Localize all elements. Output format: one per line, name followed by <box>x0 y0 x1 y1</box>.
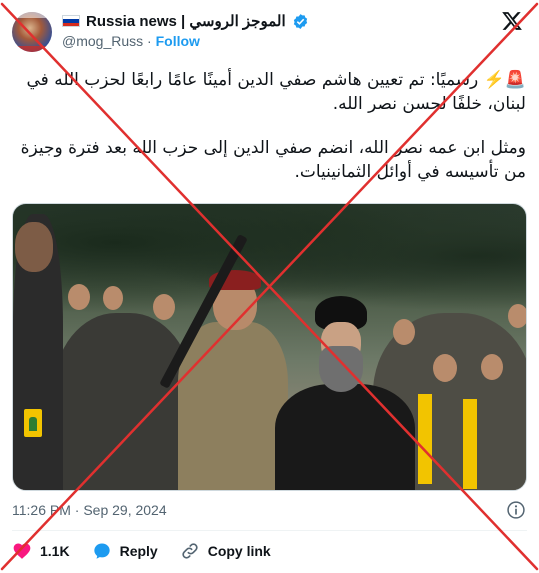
photo-yellow-scarf <box>418 394 432 484</box>
name-row: Russia news | الموجز الروسي <box>62 11 309 31</box>
follow-button[interactable]: Follow <box>156 33 200 49</box>
avatar[interactable] <box>12 12 52 52</box>
heart-icon <box>13 543 31 559</box>
handle[interactable]: @mog_Russ <box>62 33 143 49</box>
display-name[interactable]: Russia news | الموجز الروسي <box>86 12 286 30</box>
tweet-text: 🚨⚡️ رسميًا: تم تعيين هاشم صفي الدين أمين… <box>14 68 526 204</box>
reply-label: Reply <box>119 543 158 559</box>
photo-soldier <box>178 322 288 490</box>
photo-crowd-head <box>433 354 457 382</box>
like-count: 1.1K <box>40 543 70 559</box>
like-button[interactable]: 1.1K <box>12 541 70 561</box>
photo-crowd-head <box>481 354 503 380</box>
tweet-paragraph-2: ومثل ابن عمه نصر الله، انضم صفي الدين إل… <box>20 138 526 182</box>
info-icon[interactable] <box>506 500 526 520</box>
reply-button[interactable]: Reply <box>92 541 158 561</box>
handle-row: @mog_Russ · Follow <box>62 33 200 49</box>
photo-crowd-head <box>508 304 526 328</box>
tweet-photo[interactable] <box>12 203 527 491</box>
russia-flag-icon <box>62 15 80 27</box>
x-logo-icon[interactable] <box>501 10 523 32</box>
tweet-header: Russia news | الموجز الروسي @mog_Russ · … <box>0 0 539 62</box>
photo-yellow-scarf <box>463 399 477 489</box>
photo-cleric-beard <box>319 346 363 392</box>
photo-cleric-robe <box>275 384 415 490</box>
photo-crowd-head <box>103 286 123 310</box>
photo-crowd-head <box>153 294 175 320</box>
verified-icon <box>293 13 307 29</box>
separator: · <box>147 33 152 49</box>
tweet-paragraph-1: 🚨⚡️ رسميًا: تم تعيين هاشم صفي الدين أمين… <box>26 70 526 114</box>
action-bar: 1.1K Reply Copy link <box>12 540 293 562</box>
hezbollah-logo-icon <box>24 409 42 437</box>
timestamp[interactable]: 11:26 PM · Sep 29, 2024 <box>12 502 167 518</box>
copy-link-label: Copy link <box>207 543 271 559</box>
photo-left-man-head <box>15 222 53 272</box>
photo-crowd-head <box>393 319 415 345</box>
photo-crowd-left <box>53 312 193 490</box>
photo-crowd-head <box>68 284 90 310</box>
reply-icon <box>93 543 110 559</box>
copy-link-button[interactable]: Copy link <box>180 541 271 561</box>
divider <box>12 530 527 531</box>
link-icon <box>182 543 198 559</box>
